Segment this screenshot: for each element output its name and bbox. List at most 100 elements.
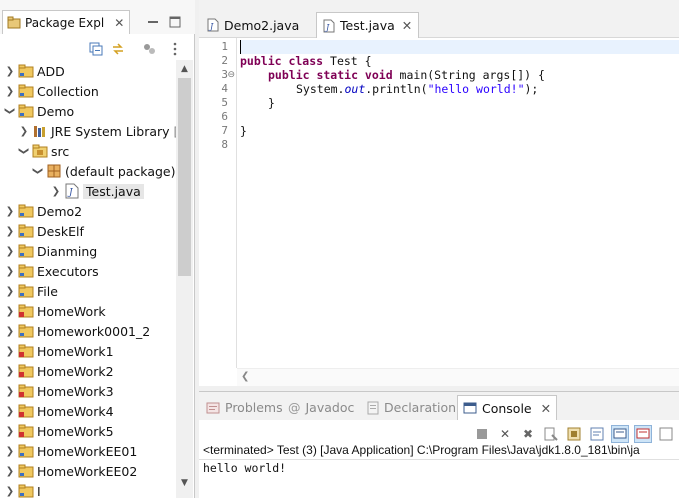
tree-item-homework5[interactable]: ❯ HomeWork5 bbox=[4, 421, 114, 441]
scroll-thumb[interactable] bbox=[178, 78, 191, 276]
tab-console[interactable]: Console ✕ bbox=[457, 395, 558, 420]
link-with-editor-icon[interactable] bbox=[110, 41, 126, 57]
code-area[interactable]: public class Test { public static void m… bbox=[240, 38, 679, 368]
tree-item-label: JRE System Library bbox=[51, 123, 170, 139]
tree-item-add[interactable]: ❯ ADD bbox=[4, 61, 65, 81]
maximize-icon[interactable] bbox=[167, 14, 183, 30]
tree-item-homeworkee01[interactable]: ❯ HomeWorkEE01 bbox=[4, 441, 137, 461]
pin-console-icon[interactable] bbox=[657, 425, 675, 443]
tree-item-homework0001-2[interactable]: ❯ Homework0001_2 bbox=[4, 321, 150, 341]
chevron-right-icon[interactable]: ❯ bbox=[4, 261, 16, 281]
chevron-right-icon[interactable]: ❯ bbox=[4, 381, 16, 401]
chevron-right-icon[interactable]: ❯ bbox=[4, 301, 16, 321]
scroll-up-icon[interactable]: ▲ bbox=[176, 60, 193, 77]
close-icon[interactable]: ✕ bbox=[541, 401, 551, 416]
tree-item-homework[interactable]: ❯ HomeWork bbox=[4, 301, 106, 321]
tab-javadoc[interactable]: @ Javadoc bbox=[283, 395, 359, 420]
chevron-right-icon[interactable]: ❯ bbox=[4, 481, 16, 498]
scroll-lock-icon[interactable] bbox=[565, 425, 583, 443]
tree-item-homework2[interactable]: ❯ HomeWork2 bbox=[4, 361, 114, 381]
editor-horizontal-scrollbar[interactable]: ❮ bbox=[237, 368, 679, 386]
explorer-scrollbar[interactable]: ▲ ▼ bbox=[176, 60, 193, 498]
close-icon[interactable]: ✕ bbox=[402, 18, 412, 33]
chevron-right-icon[interactable]: ❯ bbox=[4, 281, 16, 301]
tab-demo2-java[interactable]: J Demo2.java bbox=[201, 12, 305, 38]
console-pane: Problems @ Javadoc Declaration Console ✕… bbox=[199, 391, 679, 498]
project-folder-icon bbox=[18, 223, 34, 239]
tree-item-demo[interactable]: ❯ Demo bbox=[4, 101, 75, 121]
chevron-down-icon[interactable]: ❯ bbox=[14, 145, 34, 157]
project-folder-error-icon bbox=[18, 403, 34, 419]
tree-item-test-java[interactable]: ❯ J Test.java bbox=[50, 181, 144, 201]
tree-item-file[interactable]: ❯ File bbox=[4, 281, 58, 301]
tree-item-label: HomeWork bbox=[37, 303, 106, 319]
chevron-right-icon[interactable]: ❯ bbox=[4, 401, 16, 421]
chevron-right-icon[interactable]: ❯ bbox=[4, 341, 16, 361]
tab-test-java[interactable]: J Test.java ✕ bbox=[316, 12, 420, 38]
tree-item-deskelf[interactable]: ❯ DeskElf bbox=[4, 221, 84, 241]
show-on-output-icon[interactable] bbox=[611, 425, 629, 443]
tree-item-demo2[interactable]: ❯ Demo2 bbox=[4, 201, 82, 221]
tree-item-homework1[interactable]: ❯ HomeWork1 bbox=[4, 341, 114, 361]
tree-item-label: HomeWork3 bbox=[37, 383, 114, 399]
explorer-header: Package Expl ✕ bbox=[0, 0, 195, 34]
word-wrap-icon[interactable] bbox=[588, 425, 606, 443]
filter-icon[interactable] bbox=[141, 41, 157, 57]
chevron-right-icon[interactable]: ❯ bbox=[4, 61, 16, 81]
tree-item-collection[interactable]: ❯ Collection bbox=[4, 81, 99, 101]
chevron-right-icon[interactable]: ❯ bbox=[4, 461, 16, 481]
project-folder-icon bbox=[18, 243, 34, 259]
keyword: public class bbox=[240, 54, 324, 68]
tab-declaration[interactable]: Declaration bbox=[362, 395, 461, 420]
clear-console-icon[interactable] bbox=[542, 425, 560, 443]
chevron-right-icon[interactable]: ❯ bbox=[4, 361, 16, 381]
chevron-right-icon[interactable]: ❯ bbox=[4, 81, 16, 101]
remove-launch-icon[interactable]: ✕ bbox=[496, 425, 514, 443]
tab-problems[interactable]: Problems bbox=[201, 395, 288, 420]
tab-label: Javadoc bbox=[305, 400, 355, 415]
java-file-icon: J bbox=[207, 18, 219, 32]
minimize-icon[interactable] bbox=[145, 14, 161, 30]
tree-item-partial[interactable]: ❯ I bbox=[4, 481, 41, 498]
chevron-right-icon[interactable]: ❯ bbox=[18, 121, 30, 141]
collapse-all-icon[interactable] bbox=[88, 41, 104, 57]
tree-item-label: Demo bbox=[37, 103, 75, 119]
show-on-error-icon[interactable] bbox=[634, 425, 652, 443]
project-folder-icon bbox=[18, 63, 34, 79]
javadoc-icon: @ bbox=[288, 400, 301, 415]
tree-item-label: File bbox=[37, 283, 58, 299]
tree-item-executors[interactable]: ❯ Executors bbox=[4, 261, 99, 281]
scroll-left-icon[interactable]: ❮ bbox=[241, 371, 249, 382]
project-folder-error-icon bbox=[18, 303, 34, 319]
tree-item-label: Demo2 bbox=[37, 203, 83, 219]
scroll-down-icon[interactable]: ▼ bbox=[176, 474, 193, 491]
java-file-icon: J bbox=[323, 19, 335, 33]
string-literal: "hello world!" bbox=[427, 82, 525, 96]
tab-label: Console bbox=[482, 400, 532, 416]
chevron-right-icon[interactable]: ❯ bbox=[50, 181, 62, 201]
fold-collapse-icon[interactable]: ⊖ bbox=[227, 68, 235, 82]
close-icon[interactable]: ✕ bbox=[114, 16, 124, 30]
chevron-right-icon[interactable]: ❯ bbox=[4, 441, 16, 461]
tree-item-label: (default package) bbox=[65, 163, 176, 179]
tab-package-explorer[interactable]: Package Expl ✕ bbox=[2, 10, 130, 34]
chevron-right-icon[interactable]: ❯ bbox=[4, 421, 16, 441]
console-icon bbox=[463, 402, 477, 415]
tree-item-homework4[interactable]: ❯ HomeWork4 bbox=[4, 401, 114, 421]
tree-item-jre-system-library[interactable]: ❯ JRE System Library [ bbox=[18, 121, 176, 141]
tab-label: Declaration bbox=[384, 400, 457, 415]
chevron-right-icon[interactable]: ❯ bbox=[4, 201, 16, 221]
chevron-right-icon[interactable]: ❯ bbox=[4, 321, 16, 341]
chevron-down-icon[interactable]: ❯ bbox=[0, 105, 20, 117]
view-menu-icon[interactable] bbox=[167, 41, 183, 57]
tree-item-homework3[interactable]: ❯ HomeWork3 bbox=[4, 381, 114, 401]
remove-all-launches-icon[interactable]: ✖ bbox=[519, 425, 537, 443]
chevron-right-icon[interactable]: ❯ bbox=[4, 221, 16, 241]
tree-item-default-package[interactable]: ❯ (default package) bbox=[32, 161, 176, 181]
chevron-down-icon[interactable]: ❯ bbox=[28, 165, 48, 177]
chevron-right-icon[interactable]: ❯ bbox=[4, 241, 16, 261]
tree-item-homeworkee02[interactable]: ❯ HomeWorkEE02 bbox=[4, 461, 137, 481]
tree-item-dianming[interactable]: ❯ Dianming bbox=[4, 241, 97, 261]
tree-item-src[interactable]: ❯ src bbox=[18, 141, 70, 161]
terminate-icon[interactable] bbox=[473, 425, 491, 443]
